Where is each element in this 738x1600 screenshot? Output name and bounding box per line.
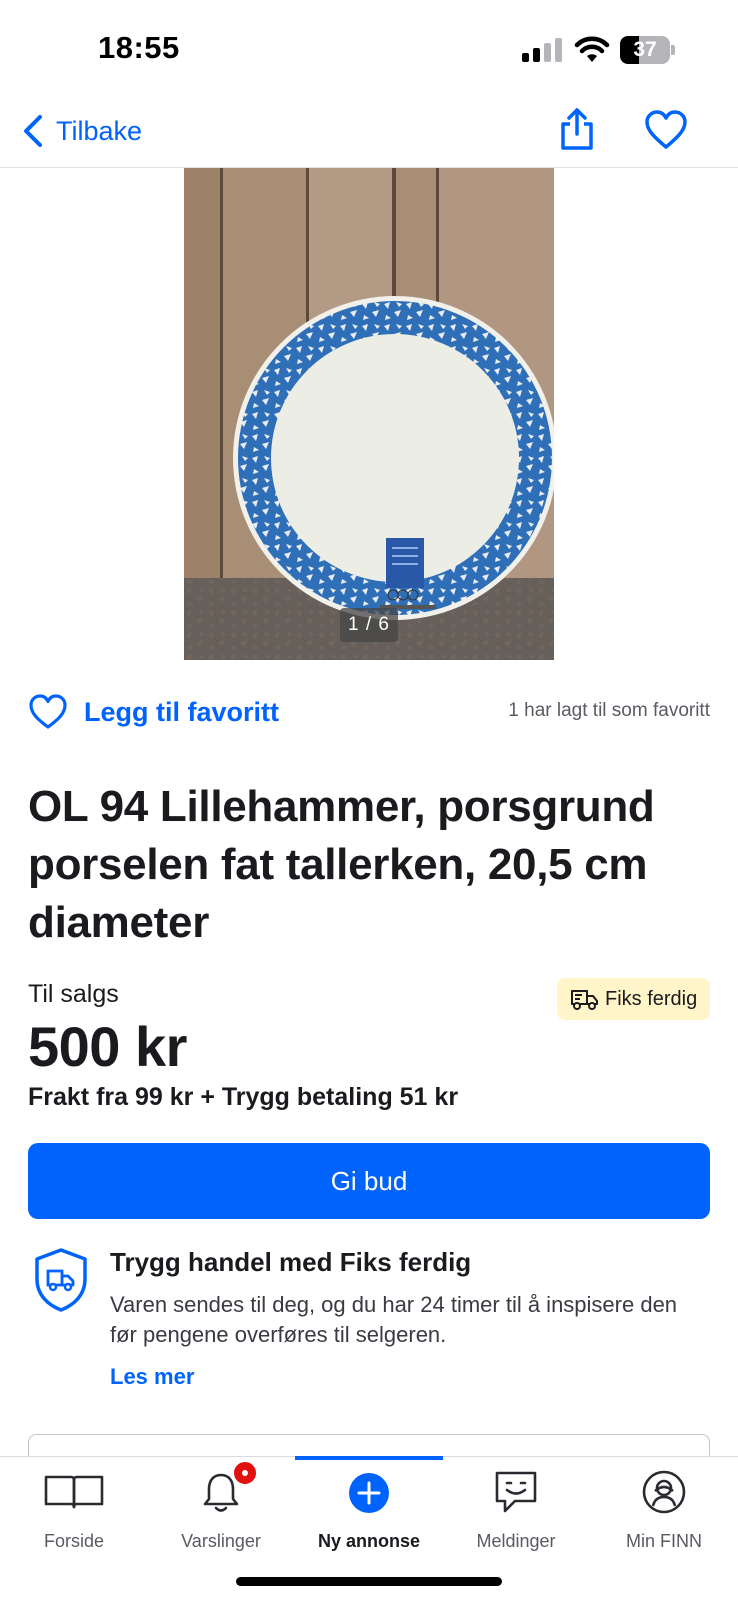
tab-label: Meldinger [476,1531,556,1551]
wifi-icon [574,36,610,62]
fiks-ferdig-badge: Fiks ferdig [557,978,710,1020]
truck-icon [571,990,598,1010]
add-favorite-button[interactable]: Legg til favoritt [28,690,279,734]
nav-bar: Tilbake [0,100,738,168]
tab-label: Ny annonse [317,1531,421,1551]
back-label: Tilbake [56,115,143,146]
tab-forside[interactable]: Forside [0,1457,148,1567]
share-icon[interactable] [556,106,598,152]
book-icon [44,1475,104,1509]
back-button[interactable]: Tilbake [20,108,142,154]
tab-meldinger[interactable]: Meldinger [442,1457,590,1567]
favorite-row: Legg til favoritt 1 har lagt til som fav… [28,690,710,734]
tab-label: Min FINN [626,1531,702,1551]
fiks-badge-label: Fiks ferdig [605,987,698,1010]
trust-description: Varen sendes til deg, og du har 24 timer… [110,1292,678,1347]
image-counter: 1 / 6 [340,608,398,642]
shield-truck-icon [35,1248,87,1312]
heart-icon [29,694,67,729]
heart-icon[interactable] [644,108,688,152]
profile-icon [642,1470,686,1514]
tab-varslinger[interactable]: Varslinger [147,1457,295,1567]
trust-title: Trygg handel med Fiks ferdig [110,1247,472,1277]
listing-title: OL 94 Lillehammer, porsgrund porselen fa… [28,782,655,947]
favorite-count: 1 har lagt til som favoritt [508,700,710,721]
chat-icon [495,1471,537,1513]
tab-min-finn[interactable]: Min FINN [590,1457,738,1567]
read-more-link[interactable]: Les mer [110,1364,194,1390]
plate-photo [184,168,554,660]
chevron-left-icon [24,115,42,147]
status-bar: 18:55 37 [0,0,738,100]
sale-type-label: Til salgs [28,980,119,1008]
status-time: 18:55 [98,30,180,65]
notification-badge [231,1459,259,1487]
add-favorite-label: Legg til favoritt [84,696,279,727]
tab-label: Varslinger [181,1531,261,1551]
battery-level: 37 [633,38,657,61]
signal-icon [522,38,562,62]
battery-icon: 37 [620,36,675,64]
price: 500 kr [28,1015,187,1078]
make-bid-button[interactable]: Gi bud [28,1143,710,1219]
plus-circle-icon [349,1473,389,1513]
shipping-info: Frakt fra 99 kr + Trygg betaling 51 kr [28,1083,459,1111]
tab-ny-annonse[interactable]: Ny annonse [295,1457,443,1567]
home-indicator [236,1577,502,1586]
tab-label: Forside [43,1531,105,1551]
listing-image[interactable]: 1 / 6 [184,168,554,660]
